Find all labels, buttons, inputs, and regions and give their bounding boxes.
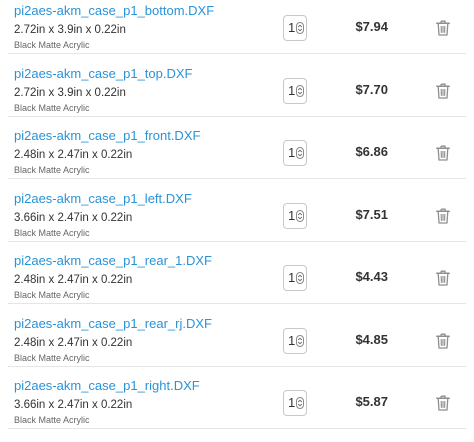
cart-item-row: pi2aes-akm_case_p1_right.DXF 3.66in x 2.4… bbox=[0, 367, 474, 429]
stepper-arrows-icon bbox=[296, 147, 304, 159]
cart-item-row: pi2aes-akm_case_p1_bottom.DXF 2.72in x 3.… bbox=[0, 0, 474, 54]
quantity-value: 1 bbox=[288, 20, 296, 35]
item-price: $7.51 bbox=[355, 206, 388, 222]
cart-item-row: pi2aes-akm_case_p1_rear_rj.DXF 2.48in x 2… bbox=[0, 305, 474, 367]
part-dimensions: 2.48in x 2.47in x 0.22in bbox=[14, 149, 133, 161]
quantity-select[interactable]: 1 bbox=[283, 202, 307, 229]
part-dimensions: 2.72in x 3.9in x 0.22in bbox=[14, 24, 126, 36]
cart-item-row: pi2aes-akm_case_p1_top.DXF 2.72in x 3.9in… bbox=[0, 55, 474, 117]
material-label: Black Matte Acrylic bbox=[14, 352, 90, 363]
quantity-value: 1 bbox=[288, 395, 296, 410]
item-price: $7.70 bbox=[355, 81, 388, 97]
cart-item-row: pi2aes-akm_case_p1_left.DXF 3.66in x 2.47… bbox=[0, 180, 474, 242]
trash-icon[interactable] bbox=[436, 83, 450, 99]
stepper-arrows-icon bbox=[296, 22, 304, 34]
part-dimensions: 2.48in x 2.47in x 0.22in bbox=[14, 274, 133, 286]
stepper-arrows-icon bbox=[296, 209, 304, 222]
trash-icon[interactable] bbox=[436, 145, 450, 161]
cart-item-row: pi2aes-akm_case_p1_front.DXF 2.48in x 2.4… bbox=[0, 117, 474, 179]
part-dimensions: 2.48in x 2.47in x 0.22in bbox=[14, 336, 133, 349]
quantity-select[interactable]: 1 bbox=[283, 15, 307, 41]
material-label: Black Matte Acrylic bbox=[14, 227, 90, 238]
trash-icon[interactable] bbox=[436, 208, 450, 224]
quantity-value: 1 bbox=[288, 82, 296, 98]
part-dimensions: 3.66in x 2.47in x 0.22in bbox=[14, 211, 133, 224]
row-divider bbox=[8, 428, 466, 429]
quantity-select[interactable]: 1 bbox=[283, 265, 307, 291]
quantity-select[interactable]: 1 bbox=[283, 140, 307, 166]
quantity-value: 1 bbox=[288, 207, 296, 223]
trash-icon[interactable] bbox=[436, 270, 450, 286]
quantity-value: 1 bbox=[288, 145, 296, 160]
trash-icon[interactable] bbox=[436, 333, 450, 349]
material-label: Black Matte Acrylic bbox=[14, 290, 90, 300]
stepper-arrows-icon bbox=[296, 397, 304, 409]
item-price: $7.94 bbox=[355, 19, 388, 34]
item-price: $5.87 bbox=[355, 394, 388, 409]
material-label: Black Matte Acrylic bbox=[14, 40, 90, 50]
stepper-arrows-icon bbox=[296, 272, 304, 284]
item-price: $4.85 bbox=[355, 331, 388, 347]
stepper-arrows-icon bbox=[296, 334, 304, 347]
part-dimensions: 2.72in x 3.9in x 0.22in bbox=[14, 86, 126, 99]
quantity-value: 1 bbox=[288, 332, 296, 348]
part-dimensions: 3.66in x 2.47in x 0.22in bbox=[14, 399, 133, 411]
material-label: Black Matte Acrylic bbox=[14, 415, 90, 425]
material-label: Black Matte Acrylic bbox=[14, 102, 90, 113]
cart-item-row: pi2aes-akm_case_p1_rear_1.DXF 2.48in x 2.… bbox=[0, 242, 474, 304]
stepper-arrows-icon bbox=[296, 84, 304, 97]
item-price: $6.86 bbox=[355, 144, 388, 159]
quantity-select[interactable]: 1 bbox=[283, 390, 307, 416]
file-name-link[interactable]: pi2aes-akm_case_p1_left.DXF bbox=[14, 191, 192, 207]
material-label: Black Matte Acrylic bbox=[14, 165, 90, 175]
file-name-link[interactable]: pi2aes-akm_case_p1_rear_rj.DXF bbox=[14, 316, 212, 332]
file-name-link[interactable]: pi2aes-akm_case_p1_rear_1.DXF bbox=[14, 253, 212, 269]
trash-icon[interactable] bbox=[436, 20, 450, 36]
file-name-link[interactable]: pi2aes-akm_case_p1_top.DXF bbox=[14, 66, 193, 82]
quantity-select[interactable]: 1 bbox=[283, 77, 307, 104]
file-name-link[interactable]: pi2aes-akm_case_p1_right.DXF bbox=[14, 378, 200, 394]
cart-item-list: pi2aes-akm_case_p1_bottom.DXF 2.72in x 3.… bbox=[0, 0, 474, 442]
quantity-value: 1 bbox=[288, 270, 296, 285]
file-name-link[interactable]: pi2aes-akm_case_p1_bottom.DXF bbox=[14, 3, 214, 19]
trash-icon[interactable] bbox=[436, 395, 450, 411]
item-price: $4.43 bbox=[355, 269, 388, 284]
quantity-select[interactable]: 1 bbox=[283, 327, 307, 354]
file-name-link[interactable]: pi2aes-akm_case_p1_front.DXF bbox=[14, 128, 200, 144]
